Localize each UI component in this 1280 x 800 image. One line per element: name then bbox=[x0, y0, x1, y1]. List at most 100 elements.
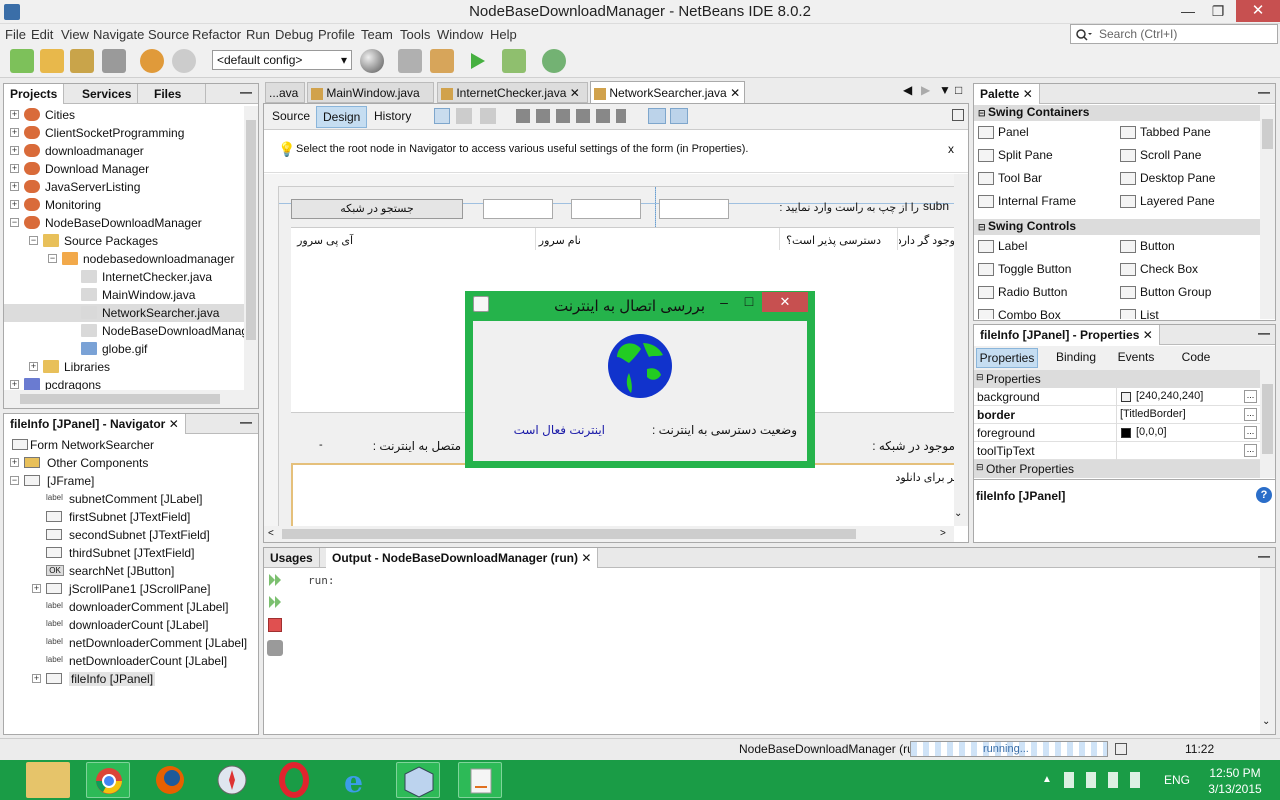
config-select[interactable]: <default config> ▾ bbox=[212, 50, 352, 70]
file-info-panel[interactable]: لر برای دانلود bbox=[291, 465, 954, 526]
palette-item[interactable]: Radio Button bbox=[978, 285, 1116, 300]
other-properties-section[interactable]: ⊟ Other Properties bbox=[974, 460, 1260, 478]
maximize-button[interactable]: ❐ bbox=[1205, 2, 1231, 22]
expand-toggle-icon[interactable]: + bbox=[10, 380, 19, 389]
menu-refactor[interactable]: Refactor bbox=[192, 27, 241, 42]
internet-explorer-icon[interactable]: e bbox=[334, 762, 378, 800]
palette-item[interactable]: Split Pane bbox=[978, 148, 1116, 163]
run-icon[interactable] bbox=[468, 51, 488, 71]
tab-navigator[interactable]: fileInfo [JPanel] - Navigator ✕ bbox=[4, 414, 186, 434]
menu-run[interactable]: Run bbox=[246, 27, 270, 42]
minimize-panel-icon[interactable]: — bbox=[1258, 549, 1270, 563]
expand-toggle-icon[interactable]: + bbox=[10, 146, 19, 155]
tab-files[interactable]: Files bbox=[148, 84, 206, 104]
search-net-button[interactable]: جستجو در شبکه bbox=[291, 199, 463, 219]
collapse-icon[interactable]: ⊟ bbox=[978, 222, 988, 232]
tab-events[interactable]: Events bbox=[1106, 348, 1166, 368]
navigator-tree-item[interactable]: OK searchNet [JButton] bbox=[4, 562, 258, 580]
expand-toggle-icon[interactable]: + bbox=[10, 110, 19, 119]
first-subnet-field[interactable] bbox=[483, 199, 553, 219]
scroll-right-icon[interactable]: > bbox=[940, 528, 946, 539]
palette-item[interactable]: Internal Frame bbox=[978, 194, 1116, 209]
tab-projects[interactable]: Projects bbox=[4, 84, 65, 104]
property-value[interactable]: [240,240,240] bbox=[1136, 390, 1203, 402]
menu-source[interactable]: Source bbox=[148, 27, 189, 42]
property-row[interactable]: background [240,240,240]... bbox=[974, 388, 1260, 406]
menu-debug[interactable]: Debug bbox=[275, 27, 313, 42]
tab-ava[interactable]: ...ava bbox=[265, 82, 305, 103]
third-subnet-field[interactable] bbox=[659, 199, 729, 219]
palette-item[interactable]: Panel bbox=[978, 125, 1116, 140]
project-tree-item[interactable]: + Libraries bbox=[4, 358, 244, 376]
search-input[interactable]: Search (Ctrl+I) bbox=[1070, 24, 1278, 44]
property-value[interactable]: [0,0,0] bbox=[1136, 426, 1167, 438]
close-tab-icon[interactable]: ✕ bbox=[1143, 328, 1153, 342]
collapse-icon[interactable]: ⊟ bbox=[976, 372, 984, 383]
taskbar-date[interactable]: 3/13/2015 bbox=[1200, 782, 1270, 796]
dialog-maximize-button[interactable]: □ bbox=[740, 293, 758, 309]
tray-icons[interactable] bbox=[1064, 772, 1140, 788]
dialog-minimize-button[interactable]: – bbox=[715, 294, 733, 310]
project-tree-item[interactable]: + Cities bbox=[4, 106, 244, 124]
menu-edit[interactable]: Edit bbox=[31, 27, 53, 42]
minimize-panel-icon[interactable]: — bbox=[1258, 85, 1270, 99]
project-tree-item[interactable]: + JavaServerListing bbox=[4, 178, 244, 196]
palette-item[interactable]: Scroll Pane bbox=[1120, 148, 1258, 163]
property-row[interactable]: border [TitledBorder]... bbox=[974, 406, 1260, 424]
navigator-tree-item[interactable]: + fileInfo [JPanel] bbox=[4, 670, 258, 688]
selection-mode-icon[interactable] bbox=[434, 108, 450, 124]
tab-list-icon[interactable]: ▼ bbox=[939, 83, 951, 97]
minimize-panel-icon[interactable]: — bbox=[1258, 326, 1270, 340]
project-tree-item[interactable]: + downloadmanager bbox=[4, 142, 244, 160]
subtab-design[interactable]: Design bbox=[316, 106, 368, 128]
ellipsis-button[interactable]: ... bbox=[1244, 408, 1257, 421]
tab-properties-window[interactable]: fileInfo [JPanel] - Properties ✕ bbox=[974, 325, 1160, 345]
project-tree-item[interactable]: + pcdragons bbox=[4, 376, 244, 390]
project-tree-item[interactable]: + Monitoring bbox=[4, 196, 244, 214]
file-explorer-icon[interactable] bbox=[26, 762, 70, 798]
target-icon[interactable] bbox=[360, 49, 384, 73]
close-tab-icon[interactable]: ✕ bbox=[169, 417, 179, 431]
menu-file[interactable]: File bbox=[5, 27, 26, 42]
expand-toggle-icon[interactable]: + bbox=[10, 458, 19, 467]
project-tree-item[interactable]: + Download Manager bbox=[4, 160, 244, 178]
help-icon[interactable]: ? bbox=[1256, 487, 1272, 503]
menu-navigate[interactable]: Navigate bbox=[93, 27, 144, 42]
project-tree-item[interactable]: globe.gif bbox=[4, 340, 244, 358]
tab-mainwindow[interactable]: MainWindow.java ✕ bbox=[307, 82, 434, 114]
navigator-tree-item[interactable]: − [JFrame] bbox=[4, 472, 258, 490]
property-row[interactable]: foreground [0,0,0]... bbox=[974, 424, 1260, 442]
design-horizontal-scrollbar[interactable]: < > bbox=[264, 526, 954, 542]
navigator-tree-item[interactable]: label downloaderComment [JLabel] bbox=[4, 598, 258, 616]
palette-section-header[interactable]: ⊟ Swing Containers bbox=[974, 105, 1260, 121]
grid-icon[interactable] bbox=[952, 109, 964, 121]
ellipsis-button[interactable]: ... bbox=[1244, 426, 1257, 439]
opera-icon[interactable] bbox=[272, 762, 316, 798]
chrome-icon[interactable] bbox=[86, 762, 130, 798]
taskbar-clock[interactable]: 12:50 PM bbox=[1200, 766, 1270, 780]
open-project-icon[interactable] bbox=[70, 49, 94, 73]
expand-toggle-icon[interactable]: + bbox=[10, 200, 19, 209]
expand-toggle-icon[interactable]: + bbox=[10, 164, 19, 173]
tab-output[interactable]: Output - NodeBaseDownloadManager (run) ✕ bbox=[326, 548, 599, 568]
output-scrollbar[interactable]: ⌄ bbox=[1260, 568, 1275, 734]
expand-toggle-icon[interactable]: + bbox=[32, 674, 41, 683]
redo-icon[interactable] bbox=[172, 49, 196, 73]
palette-item[interactable]: Label bbox=[978, 239, 1116, 254]
navigator-tree-item[interactable]: firstSubnet [JTextField] bbox=[4, 508, 258, 526]
debug-icon[interactable] bbox=[502, 49, 526, 73]
collapse-icon[interactable]: ⊟ bbox=[978, 108, 988, 118]
project-tree-item[interactable]: MainWindow.java bbox=[4, 286, 244, 304]
undo-icon[interactable] bbox=[140, 49, 164, 73]
tab-palette[interactable]: Palette ✕ bbox=[974, 84, 1040, 104]
expand-toggle-icon[interactable]: − bbox=[48, 254, 57, 263]
project-tree-item[interactable]: InternetChecker.java bbox=[4, 268, 244, 286]
menu-help[interactable]: Help bbox=[490, 27, 517, 42]
close-tab-icon[interactable]: ✕ bbox=[581, 551, 591, 565]
safari-icon[interactable] bbox=[210, 762, 254, 798]
tab-usages[interactable]: Usages bbox=[264, 548, 320, 568]
scroll-tabs-right-icon[interactable]: ▶ bbox=[921, 83, 930, 97]
ellipsis-button[interactable]: ... bbox=[1244, 444, 1257, 457]
scroll-tabs-left-icon[interactable]: ◀ bbox=[903, 83, 912, 97]
tab-code[interactable]: Code bbox=[1166, 348, 1226, 368]
